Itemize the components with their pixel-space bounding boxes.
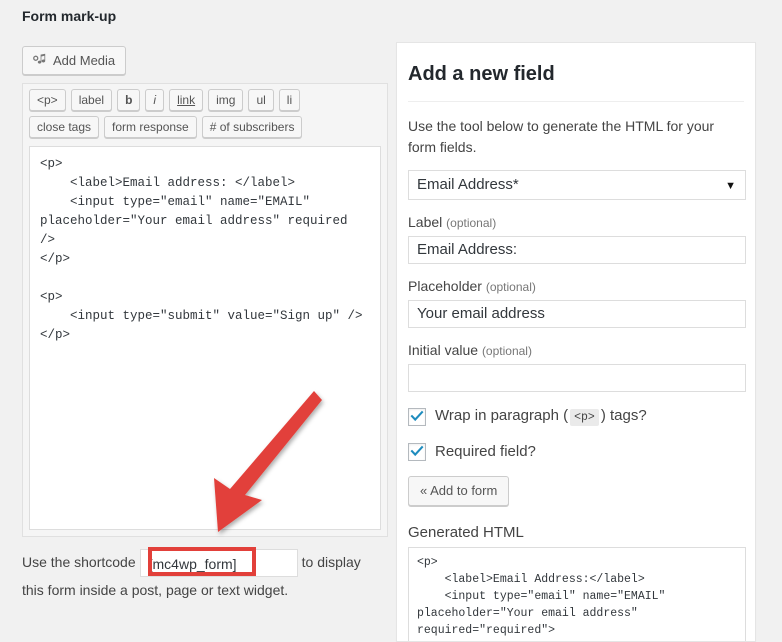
quicktag-label[interactable]: label — [70, 89, 113, 111]
initial-value-field-optional-tag: (optional) — [481, 344, 532, 358]
add-to-form-button[interactable]: « Add to form — [408, 476, 510, 506]
initial-value-field-label-text: Initial value — [408, 342, 479, 358]
required-field-label: Required field? — [435, 443, 536, 460]
wrap-in-paragraph-row[interactable]: Wrap in paragraph (<p>) tags? — [408, 406, 744, 428]
field-type-selected-value: Email Address* — [417, 176, 519, 193]
page-title: Form mark-up — [22, 8, 117, 24]
placeholder-field-label-text: Placeholder — [408, 278, 482, 294]
quicktag-link[interactable]: link — [169, 89, 204, 111]
panel-title: Add a new field — [408, 43, 744, 102]
wrap-label-post: ) tags? — [600, 407, 647, 424]
quicktag-img[interactable]: img — [208, 89, 244, 111]
required-field-checkbox[interactable] — [408, 443, 426, 461]
generated-html-label: Generated HTML — [408, 524, 524, 541]
markup-editor: <p> label b i link img ul li close tags … — [22, 83, 388, 537]
required-field-row[interactable]: Required field? — [408, 442, 744, 462]
checkmark-icon — [410, 410, 424, 422]
add-media-label: Add Media — [53, 53, 116, 68]
label-field-label-text: Label — [408, 214, 443, 230]
label-field-optional-tag: (optional) — [446, 216, 497, 230]
shortcode-prefix-text: Use the shortcode — [22, 554, 136, 570]
chevron-down-icon: ▼ — [725, 180, 736, 192]
quicktag-b[interactable]: b — [117, 89, 141, 111]
placeholder-field-optional-tag: (optional) — [485, 280, 536, 294]
add-media-button[interactable]: Add Media — [22, 46, 127, 75]
page-root: Form mark-up Add Media <p> label b i lin… — [0, 0, 782, 642]
form-markup-column: Form mark-up Add Media <p> label b i lin… — [22, 0, 390, 603]
wrap-in-paragraph-label: Wrap in paragraph (<p>) tags? — [435, 406, 647, 428]
quicktag-subscriber-count[interactable]: # of subscribers — [201, 116, 303, 138]
form-markup-textarea[interactable]: <p> <label>Email address: </label> <inpu… — [29, 146, 381, 530]
shortcode-input[interactable]: [mc4wp_form] — [139, 549, 298, 578]
label-field-label: Label (optional) — [408, 213, 744, 232]
quicktag-li[interactable]: li — [278, 89, 301, 111]
quicktag-i[interactable]: i — [145, 89, 165, 111]
initial-value-input[interactable] — [408, 364, 746, 392]
quicktags-row-2: close tags form response # of subscriber… — [29, 116, 383, 138]
shortcode-middle-text: to display — [301, 554, 361, 570]
quicktag-p[interactable]: <p> — [29, 89, 66, 111]
wrap-in-paragraph-checkbox[interactable] — [408, 408, 426, 426]
quicktag-ul[interactable]: ul — [248, 89, 274, 111]
placeholder-field-label: Placeholder (optional) — [408, 277, 744, 296]
media-icon — [32, 53, 47, 68]
quicktag-form-response[interactable]: form response — [104, 116, 197, 138]
wrap-label-pre: Wrap in paragraph ( — [435, 407, 569, 424]
shortcode-help-text: Use the shortcode [mc4wp_form] to display … — [22, 549, 390, 603]
initial-value-field-label: Initial value (optional) — [408, 341, 744, 360]
panel-description: Use the tool below to generate the HTML … — [408, 118, 715, 155]
generated-html-textarea[interactable]: <p> <label>Email Address:</label> <input… — [408, 547, 746, 641]
label-input[interactable]: Email Address: — [408, 236, 746, 264]
placeholder-input[interactable]: Your email address — [408, 300, 746, 328]
field-type-select[interactable]: Email Address* ▼ — [408, 170, 746, 200]
quicktag-close-tags[interactable]: close tags — [29, 116, 100, 138]
shortcode-tail-text: this form inside a post, page or text wi… — [22, 582, 289, 599]
quicktags-row-1: <p> label b i link img ul li — [29, 89, 383, 111]
add-new-field-panel: Add a new field Use the tool below to ge… — [396, 42, 756, 642]
wrap-label-code-chip: <p> — [570, 409, 599, 426]
add-media-row: Add Media — [22, 46, 390, 75]
quicktags-toolbar: <p> label b i link img ul li close tags … — [23, 84, 387, 146]
checkmark-icon — [410, 445, 424, 457]
